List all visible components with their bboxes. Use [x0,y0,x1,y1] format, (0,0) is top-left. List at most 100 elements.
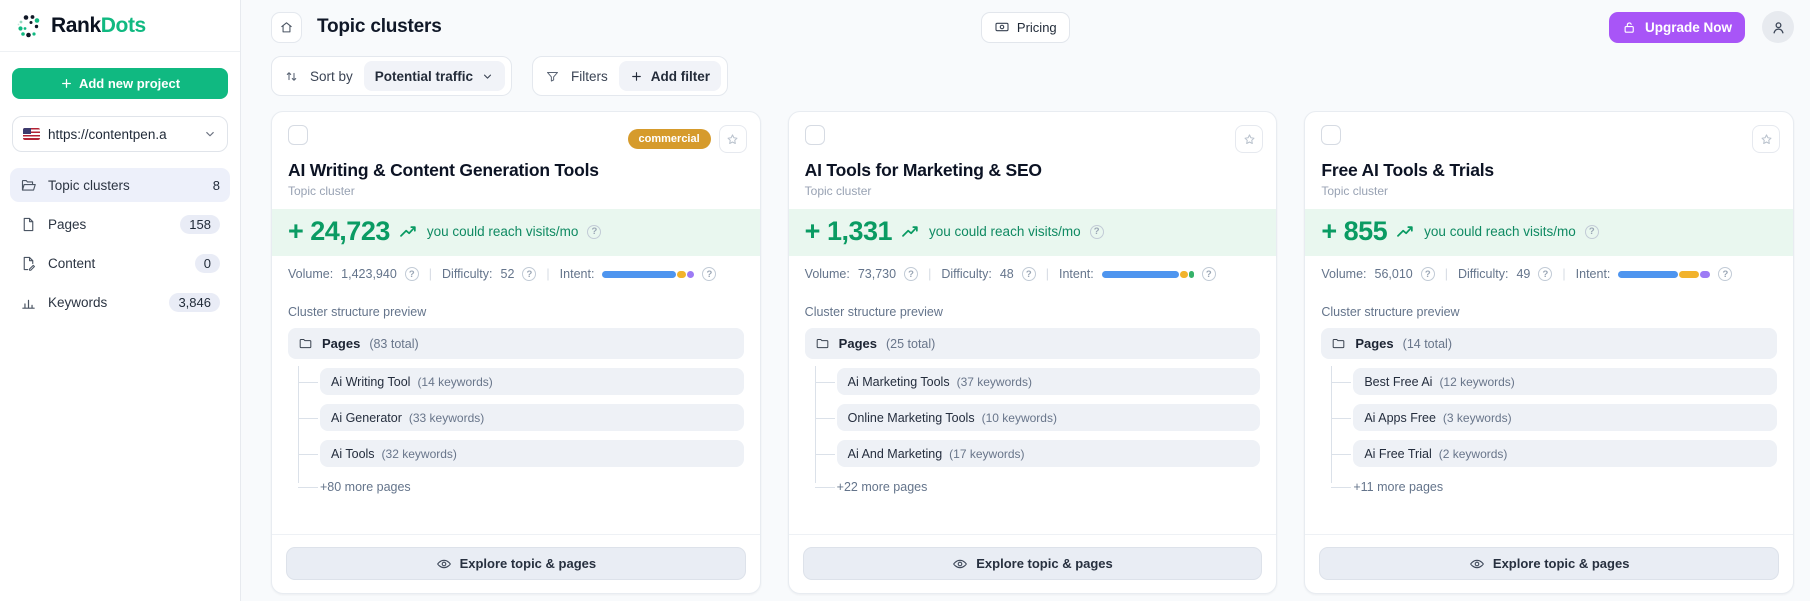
sidebar-item-pages[interactable]: Pages 158 [10,207,230,241]
folder-icon [1333,338,1345,349]
favorite-button[interactable] [718,125,747,153]
project-url-select[interactable]: https://contentpen.a [12,116,228,152]
intent-bar [1101,270,1194,278]
eye-icon [436,559,451,568]
more-pages-link[interactable]: +80 more pages [298,480,744,494]
metrics-row: Volume: 73,730 | Difficulty: 48 | Intent… [789,256,1277,291]
upgrade-now-button[interactable]: Upgrade Now [1608,11,1745,43]
tree-page-row[interactable]: Ai Generator (33 keywords) [298,404,744,431]
unlock-icon [1624,21,1634,33]
page-title: Topic clusters [317,16,442,37]
pages-total: (83 total) [369,336,419,351]
reach-value: + 1,331 [804,216,893,246]
reach-suffix: you could reach visits/mo [426,224,579,239]
more-pages-link[interactable]: +22 more pages [814,480,1261,494]
eye-icon [953,559,968,568]
pricing-button[interactable]: Pricing [980,11,1070,43]
more-pages-link[interactable]: +11 more pages [1331,480,1777,494]
difficulty-label: Difficulty: [1458,267,1509,281]
topic-cluster-card: AI Tools for Marketing & SEO Topic clust… [787,111,1278,594]
sidebar-item-keywords[interactable]: Keywords 3,846 [10,285,230,319]
tree-page-row[interactable]: Ai Free Trial (2 keywords) [1331,440,1778,467]
banknote-icon [995,22,1009,32]
favorite-button[interactable] [1752,125,1781,153]
sidebar-item-content[interactable]: Content 0 [10,246,230,280]
sidebar-item-count: 3,846 [169,292,220,312]
pages-root-row[interactable]: Pages (25 total) [804,328,1261,359]
filters-group: Filters Add filter [532,56,729,96]
home-button[interactable] [271,11,302,43]
help-icon[interactable] [1584,224,1599,239]
explore-topic-button[interactable]: Explore topic & pages [286,547,746,580]
help-icon[interactable] [1089,224,1104,239]
reach-suffix: you could reach visits/mo [1424,224,1576,239]
cluster-title: AI Tools for Marketing & SEO [804,160,1042,180]
trend-up-icon [902,226,918,237]
intent-bar [602,270,695,278]
add-filter-button[interactable]: Add filter [618,61,722,91]
select-checkbox[interactable] [288,125,308,145]
main-content: Topic clusters Pricing Upgrade Now Sort … [241,0,1810,601]
intent-label: Intent: [1058,267,1094,281]
cluster-tree: Pages (83 total) Ai Writing Tool (14 key… [272,328,760,494]
explore-topic-button[interactable]: Explore topic & pages [1319,547,1780,580]
sidebar-item-label: Pages [48,216,87,232]
intent-label: Intent: [559,267,595,281]
topic-cluster-card: commercial AI Writing & Content Generati… [271,111,761,594]
sort-arrows-icon [286,71,297,81]
cluster-title: AI Writing & Content Generation Tools [288,160,599,180]
help-icon[interactable] [702,267,717,281]
sidebar-item-label: Keywords [48,294,108,310]
tree-page-row[interactable]: Ai Apps Free (3 keywords) [1331,404,1778,431]
person-icon [1772,21,1784,33]
volume-value: 1,423,940 [341,267,397,281]
help-icon[interactable] [1201,267,1216,281]
favorite-button[interactable] [1235,125,1264,153]
tree-page-row[interactable]: Ai Writing Tool (14 keywords) [298,368,744,395]
topic-cluster-card: Free AI Tools & Trials Topic cluster + 8… [1304,111,1795,594]
select-checkbox[interactable] [1321,125,1342,145]
help-icon[interactable] [1538,267,1553,281]
cluster-cards-row: commercial AI Writing & Content Generati… [271,111,1795,601]
volume-label: Volume: [288,267,334,281]
sidebar-item-count: 0 [194,253,220,273]
help-icon[interactable] [1021,267,1036,281]
tree-page-row[interactable]: Ai Tools (32 keywords) [298,440,744,467]
cluster-type-label: Topic cluster [1321,184,1389,198]
volume-value: 73,730 [857,267,897,281]
help-icon[interactable] [1420,267,1435,281]
help-icon[interactable] [587,224,602,239]
user-avatar[interactable] [1762,11,1794,43]
potential-traffic-band: + 1,331 you could reach visits/mo [788,209,1277,256]
folder-icon [816,338,828,349]
plus-icon [61,79,71,88]
tree-page-row[interactable]: Ai And Marketing (17 keywords) [814,440,1261,467]
tree-page-row[interactable]: Best Free Ai (12 keywords) [1331,368,1778,395]
dots-logo-icon [16,13,42,39]
reach-value: + 24,723 [288,216,390,246]
sidebar-item-label: Topic clusters [48,177,130,193]
pages-root-row[interactable]: Pages (14 total) [1321,328,1778,359]
sort-group: Sort by Potential traffic [271,56,513,96]
sidebar-item-topic-clusters[interactable]: Topic clusters 8 [10,168,230,202]
tree-page-row[interactable]: Ai Marketing Tools (37 keywords) [814,368,1261,395]
difficulty-value: 52 [500,267,515,281]
brand-name: RankDots [51,14,146,37]
pages-label: Pages [1355,336,1394,351]
cluster-type-label: Topic cluster [288,184,355,198]
help-icon[interactable] [522,267,537,281]
help-icon[interactable] [904,267,919,281]
sort-value-dropdown[interactable]: Potential traffic [363,61,506,91]
help-icon[interactable] [1718,267,1733,281]
difficulty-value: 49 [1516,267,1531,281]
tree-page-row[interactable]: Online Marketing Tools (10 keywords) [814,404,1261,431]
help-icon[interactable] [404,267,419,281]
add-new-project-button[interactable]: Add new project [12,68,228,99]
bar-chart-icon [22,299,35,309]
sort-by-label: Sort by [310,68,353,84]
page-edit-icon [23,256,35,271]
pages-root-row[interactable]: Pages (83 total) [288,328,744,359]
star-icon [727,133,738,144]
select-checkbox[interactable] [804,125,825,145]
explore-topic-button[interactable]: Explore topic & pages [802,547,1263,580]
